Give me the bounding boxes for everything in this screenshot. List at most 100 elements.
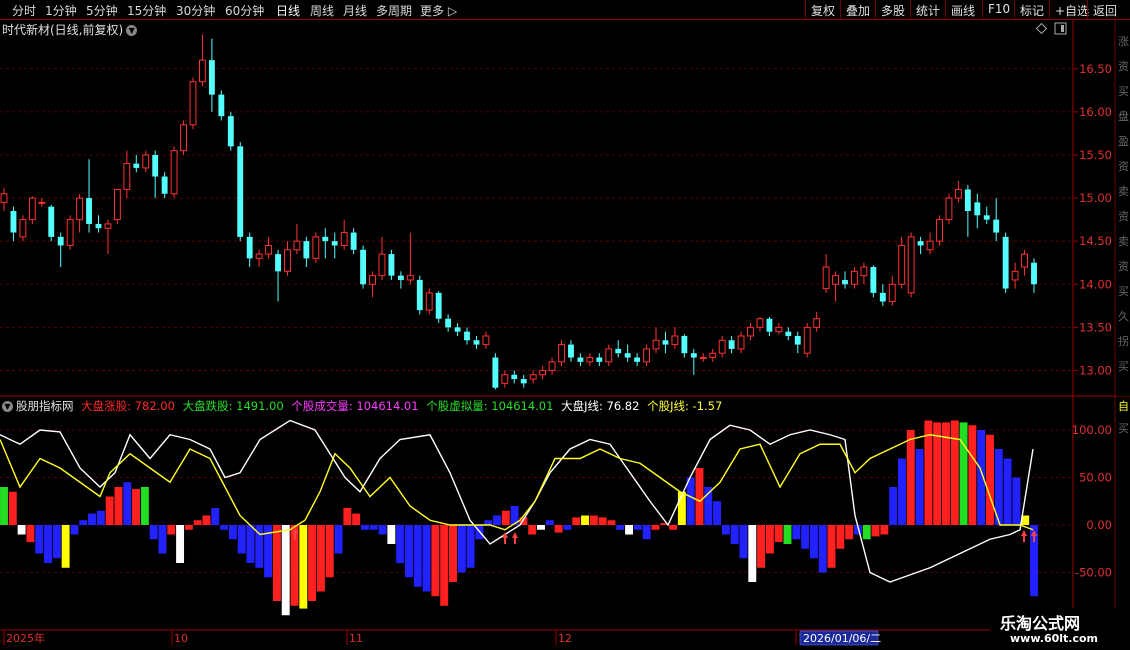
price-tick-label: 16.00 [1079, 105, 1112, 119]
indicator-value-1: 大盘跌股: 1491.00 [178, 399, 284, 413]
candle-body [718, 339, 726, 354]
indicator-bars [0, 420, 1038, 616]
candle-body [605, 348, 613, 363]
candle-body [577, 357, 584, 362]
indicator-bar [589, 515, 598, 525]
indicator-bar [308, 525, 317, 601]
candle-body [624, 353, 631, 358]
indicator-bar [202, 515, 211, 525]
indicator-bar [246, 525, 255, 563]
candle-body [255, 253, 263, 259]
candle-body [199, 59, 206, 83]
indicator-legend: ▼ 股朋指标网 大盘涨股: 782.00 大盘跌股: 1491.00 个股成交量:… [2, 398, 730, 414]
candle-body [501, 374, 509, 384]
indicator-bar [88, 513, 96, 525]
candle-body [397, 275, 404, 280]
candle-body [993, 219, 1000, 233]
indicator-bar [17, 525, 26, 535]
price-axis: 16.50 16.00 15.50 15.00 14.50 14.00 13.50 13.00 [1073, 62, 1112, 377]
indicator-bar [915, 449, 924, 525]
indicator-bar [449, 525, 457, 582]
candle-body [464, 331, 470, 341]
indicator-bar [880, 525, 889, 535]
chevron-down-icon[interactable]: ▼ [2, 401, 13, 412]
indicator-bar [334, 525, 343, 554]
candle-body [265, 244, 273, 255]
indicator-bar [79, 520, 88, 525]
candle-body [237, 146, 244, 237]
date-label: 11 [349, 632, 363, 645]
candle-body [615, 348, 622, 354]
svg-text:自: 自 [1118, 400, 1129, 413]
indicator-bar [237, 525, 246, 554]
candle-body [454, 327, 461, 332]
svg-text:卖: 卖 [1118, 185, 1129, 198]
indicator-tick-label: 100.00 [1072, 423, 1112, 437]
diamond-icon[interactable] [1035, 22, 1048, 35]
indicator-bar [669, 525, 678, 530]
watermark-url: www.60lt.com [1010, 632, 1099, 645]
candle-body [303, 241, 310, 259]
indicator-bar [70, 525, 79, 535]
candle-body [529, 374, 537, 380]
indicator-bar [633, 525, 642, 530]
candle-body [180, 124, 187, 152]
indicator-bar [774, 525, 783, 543]
candle-body [785, 331, 792, 336]
candle-body [76, 197, 84, 221]
candle-body [926, 240, 934, 251]
svg-text:买: 买 [1118, 422, 1129, 435]
candle-body [907, 236, 915, 294]
indicator-bar [484, 520, 493, 525]
indicator-bar [1003, 458, 1012, 525]
candle-body [568, 344, 574, 358]
candle-body [218, 94, 225, 117]
window-toggle-icon[interactable] [1054, 22, 1067, 35]
indicator-bar [299, 525, 308, 609]
indicator-bar [642, 525, 651, 540]
candle-body [142, 154, 150, 169]
candle-body [690, 353, 697, 358]
indicator-bar [149, 525, 158, 540]
price-tick-label: 15.50 [1079, 148, 1112, 162]
svg-text:资: 资 [1118, 60, 1129, 73]
signal-arrow-icon [1021, 530, 1027, 542]
indicator-bar [677, 491, 686, 525]
indicator-bar [35, 525, 44, 554]
candle-body [0, 193, 8, 203]
market-j-line [0, 419, 1034, 583]
indicator-bar [360, 525, 369, 530]
indicator-tick-label: 50.00 [1079, 471, 1112, 485]
svg-text:盘: 盘 [1118, 109, 1129, 123]
indicator-bar [140, 487, 149, 525]
indicator-bar [352, 513, 361, 525]
signal-arrow-icon [512, 532, 518, 544]
indicator-axis: 100.00 50.00 0.00 -50.00 [1072, 423, 1112, 580]
indicator-tick-label: -50.00 [1075, 566, 1112, 580]
svg-text:盈: 盈 [1118, 135, 1129, 148]
indicator-bar [528, 525, 537, 535]
candle-body [133, 163, 140, 168]
indicator-bar [871, 525, 880, 537]
indicator-bar [616, 525, 625, 530]
price-tick-label: 15.00 [1079, 191, 1112, 205]
indicator-bar [783, 525, 792, 544]
indicator-bar [598, 517, 607, 525]
svg-text:拐: 拐 [1118, 334, 1129, 348]
cursor-date-text: 2026/01/06/二 [803, 632, 881, 645]
candle-body [954, 188, 962, 199]
candle-body [870, 267, 877, 293]
candle-body [66, 219, 74, 246]
candle-body [888, 283, 896, 302]
candle-body [586, 357, 594, 363]
indicator-bar [220, 525, 229, 530]
indicator-bar [61, 525, 70, 568]
candle-body [1011, 270, 1019, 281]
indicator-bar [792, 525, 801, 540]
candle-body [123, 163, 131, 190]
indicator-bar [889, 487, 898, 525]
indicator-bar [422, 525, 431, 592]
kline-chart[interactable]: 16.50 16.00 15.50 15.00 14.50 14.00 13.50 13.00… [0, 0, 1130, 650]
indicator-bar [950, 420, 959, 525]
indicator-bar [897, 458, 906, 525]
